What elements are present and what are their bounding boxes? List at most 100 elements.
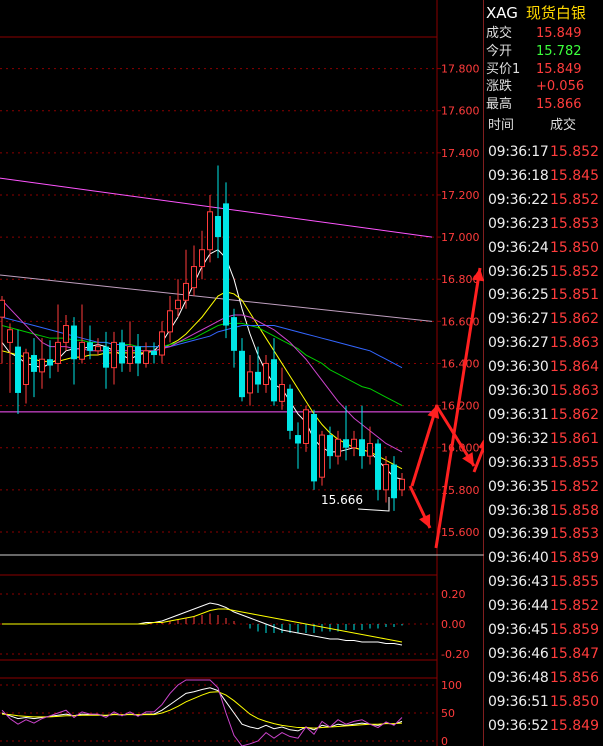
chart-area[interactable]: 17.80017.60017.40017.20017.00016.80016.6… bbox=[0, 0, 484, 746]
tick-price: 15.856 bbox=[550, 669, 599, 686]
tick-row: 09:36:40 15.859 bbox=[486, 546, 603, 570]
quote-row: 买价1 15.849 bbox=[486, 61, 603, 78]
tick-time: 09:36:32 bbox=[488, 430, 549, 447]
quote-label: 最高 bbox=[486, 97, 513, 113]
kdj-panel: 100 50 0 bbox=[0, 679, 462, 746]
kdj-axis-label: 0 bbox=[441, 735, 448, 746]
quote-value: 15.782 bbox=[536, 43, 582, 59]
tick-time: 09:36:18 bbox=[488, 167, 549, 184]
tick-price: 15.852 bbox=[550, 191, 599, 208]
candle-body bbox=[303, 409, 309, 444]
tick-price: 15.862 bbox=[550, 406, 599, 423]
tick-price: 15.861 bbox=[550, 430, 599, 447]
tick-time: 09:36:22 bbox=[488, 191, 549, 208]
tick-price: 15.852 bbox=[550, 263, 599, 280]
tick-price: 15.853 bbox=[550, 215, 599, 232]
tick-time: 09:36:30 bbox=[488, 383, 549, 399]
tick-price: 15.863 bbox=[550, 383, 599, 399]
tick-row: 09:36:35 15.852 bbox=[486, 475, 603, 499]
tick-time: 09:36:51 bbox=[488, 693, 549, 710]
candle-body bbox=[335, 438, 341, 457]
candle-body bbox=[151, 350, 157, 356]
candle-body bbox=[175, 299, 181, 310]
ticks-header-price: 成交 bbox=[550, 118, 577, 133]
tick-time: 09:36:40 bbox=[488, 550, 549, 567]
candle-body bbox=[215, 216, 221, 238]
tick-row: 09:36:27 15.862 bbox=[486, 307, 603, 331]
quote-label: 涨跌 bbox=[486, 79, 513, 95]
macd-axis-label: -0.20 bbox=[441, 648, 469, 661]
price-axis-label: 17.800 bbox=[441, 63, 480, 76]
candle-body bbox=[79, 341, 85, 360]
kdj-axis-label: 50 bbox=[441, 707, 455, 720]
candle-body bbox=[263, 362, 269, 386]
tick-time: 09:36:27 bbox=[488, 335, 549, 352]
tick-row: 09:36:52 15.849 bbox=[486, 714, 603, 738]
candle-body bbox=[63, 325, 69, 343]
candle-body bbox=[167, 310, 173, 333]
tick-row: 09:36:33 15.855 bbox=[486, 451, 603, 475]
candle-body bbox=[399, 478, 405, 491]
macd-line bbox=[2, 608, 403, 643]
candle-body bbox=[327, 435, 333, 457]
candle-body bbox=[15, 346, 21, 393]
tick-time: 09:36:43 bbox=[488, 574, 549, 591]
candle-body bbox=[311, 413, 317, 482]
ma-line bbox=[1, 322, 403, 407]
candle-body bbox=[271, 359, 277, 402]
candle-body bbox=[55, 341, 61, 364]
tick-row: 09:36:25 15.851 bbox=[486, 283, 603, 307]
tick-time: 09:36:45 bbox=[488, 622, 549, 638]
candle-body bbox=[31, 355, 37, 372]
candle-body bbox=[279, 384, 285, 402]
tick-time: 09:36:24 bbox=[488, 239, 549, 256]
tick-price: 15.847 bbox=[550, 645, 599, 662]
macd-axis-label: 0.00 bbox=[441, 618, 466, 631]
candle-body bbox=[367, 442, 373, 457]
tick-row: 09:36:18 15.845 bbox=[486, 164, 603, 188]
tick-row: 09:36:30 15.864 bbox=[486, 355, 603, 379]
kdj-line bbox=[1, 691, 403, 729]
tick-price: 15.855 bbox=[550, 574, 599, 591]
tick-row: 09:36:39 15.853 bbox=[486, 522, 603, 546]
macd-axis-label: 0.20 bbox=[441, 588, 466, 601]
ticks-header: 时间 成交 bbox=[486, 116, 603, 136]
candle-body bbox=[343, 439, 349, 448]
tick-time: 09:36:31 bbox=[488, 406, 549, 423]
quote-row: 今开 15.782 bbox=[486, 43, 603, 60]
tick-price: 15.863 bbox=[550, 335, 599, 352]
tick-price: 15.855 bbox=[550, 454, 599, 471]
tick-time: 09:36:25 bbox=[488, 263, 549, 280]
macd-panel: 0.20 0.00 -0.20 bbox=[0, 588, 469, 661]
tick-price: 15.864 bbox=[550, 359, 599, 376]
tick-time: 09:36:48 bbox=[488, 669, 549, 686]
ticks-header-time: 时间 bbox=[488, 118, 515, 133]
tick-price: 15.853 bbox=[550, 526, 599, 543]
tick-time: 09:36:23 bbox=[488, 215, 549, 232]
moving-average-lines bbox=[1, 249, 403, 480]
tick-time: 09:36:46 bbox=[488, 645, 549, 662]
quote-label: 今开 bbox=[486, 43, 513, 59]
tick-price: 15.858 bbox=[550, 502, 599, 519]
tick-row: 09:36:44 15.852 bbox=[486, 594, 603, 618]
ma-line bbox=[1, 249, 403, 480]
candle-body bbox=[359, 439, 365, 457]
price-axis-label: 17.000 bbox=[441, 231, 480, 244]
candle-body bbox=[319, 434, 325, 478]
tick-price: 15.849 bbox=[550, 717, 599, 734]
tick-price: 15.852 bbox=[550, 598, 599, 615]
main-chart-grid bbox=[0, 68, 437, 533]
tick-row: 09:36:38 15.858 bbox=[486, 499, 603, 523]
tick-time: 09:36:35 bbox=[488, 478, 549, 495]
tick-time: 09:36:44 bbox=[488, 598, 549, 615]
candle-body bbox=[127, 346, 133, 364]
candle-body bbox=[111, 341, 117, 369]
tick-row: 09:36:17 15.852 bbox=[486, 140, 603, 164]
candle-body bbox=[135, 346, 141, 364]
quote-row: 涨跌 +0.056 bbox=[486, 78, 603, 95]
candle-body bbox=[7, 329, 13, 343]
low-price-label: 15.666 bbox=[321, 493, 363, 507]
price-axis-label: 15.600 bbox=[441, 526, 480, 539]
candle-body bbox=[223, 203, 229, 326]
candle-body bbox=[183, 282, 189, 301]
